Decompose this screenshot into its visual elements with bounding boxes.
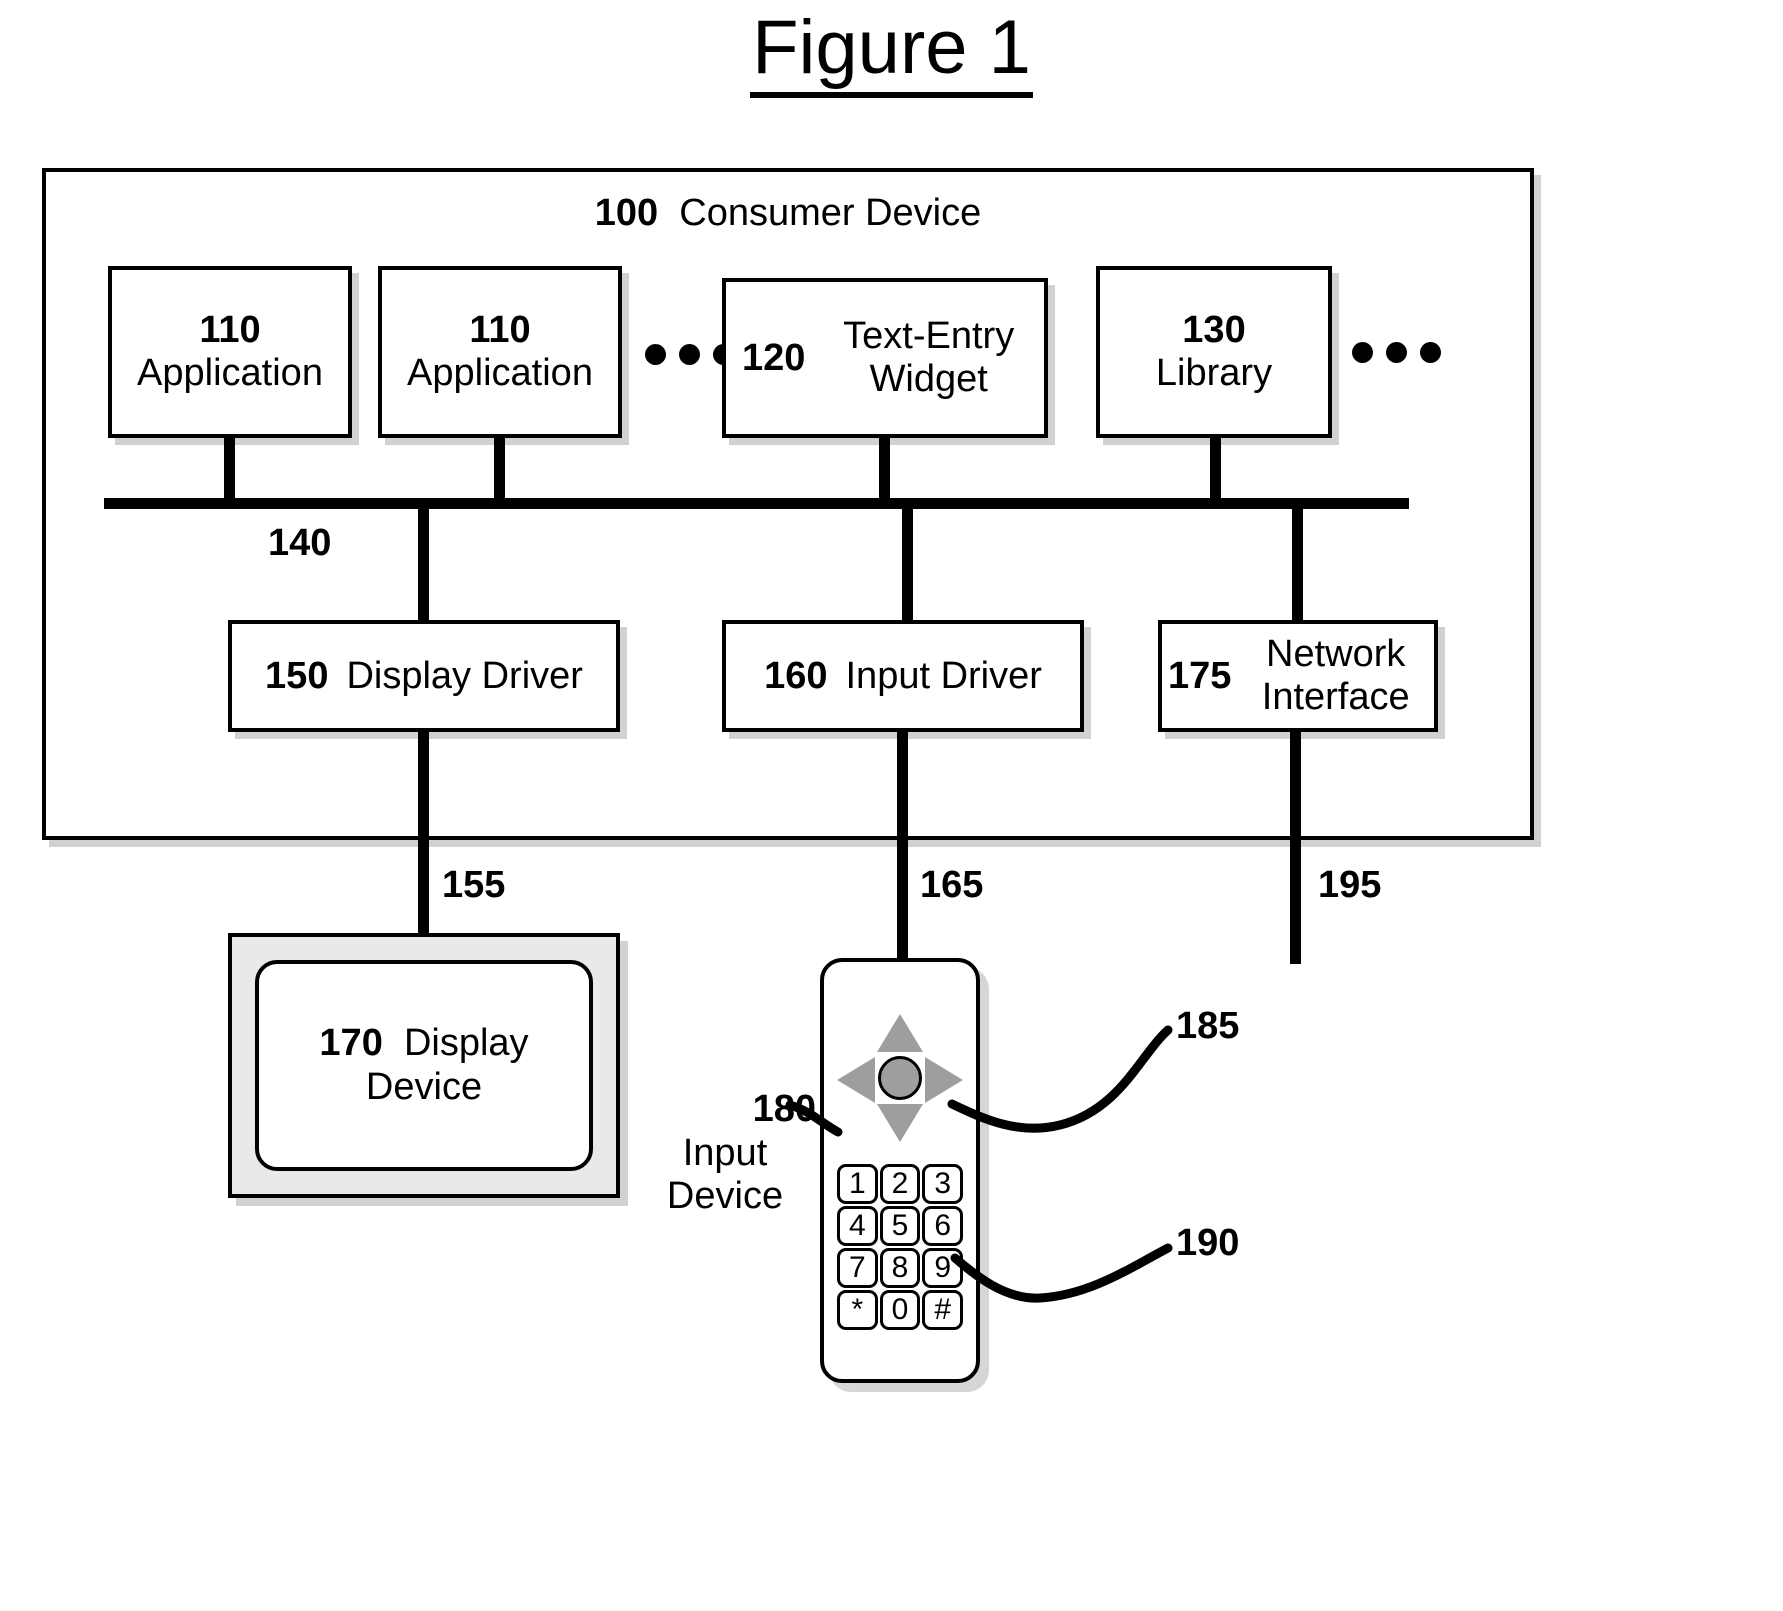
dpad-select-button[interactable] [878, 1056, 922, 1100]
consumer-device-label: Consumer Device [679, 192, 982, 234]
input-device-ref: 180 [752, 1088, 816, 1130]
network-link-ref: 195 [1318, 864, 1382, 906]
ellipsis-library [1352, 342, 1441, 363]
connector-text-entry-widget-to-bus [879, 438, 890, 502]
display-device-label: Display Device [365, 1021, 529, 1108]
input-driver-label: 160 Input Driver [726, 624, 1080, 728]
input-driver-name: Input Driver [845, 654, 1042, 697]
keypad-key[interactable]: 1 [837, 1164, 878, 1204]
system-bus-ref: 140 [268, 522, 332, 564]
keypad-key[interactable]: 3 [922, 1164, 963, 1204]
library-block-name: Library [1155, 352, 1273, 394]
library-block-label: 130 Library [1100, 270, 1328, 434]
application-block-2[interactable]: 110 Application [378, 266, 622, 438]
keypad-key[interactable]: 4 [837, 1206, 878, 1246]
dpad-left-icon[interactable] [837, 1057, 875, 1103]
display-device-ref: 170 [319, 1021, 383, 1064]
network-interface-name: Network Interface [1261, 633, 1410, 718]
application-block-1-name: Application [137, 352, 323, 394]
library-block[interactable]: 130 Library [1096, 266, 1332, 438]
display-driver-ref: 150 [265, 654, 329, 697]
input-link-ref: 165 [920, 864, 984, 906]
input-device-caption: 180 Input Device [630, 1088, 820, 1219]
network-interface-block[interactable]: 175 Network Interface [1158, 620, 1438, 732]
display-device[interactable]: 170 Display Device [255, 960, 593, 1171]
consumer-device-title: 100 Consumer Device [46, 192, 1530, 235]
input-driver-block[interactable]: 160 Input Driver [722, 620, 1084, 732]
keypad-key[interactable]: * [837, 1290, 878, 1330]
display-driver-label: 150 Display Driver [232, 624, 616, 728]
keypad-key[interactable]: # [922, 1290, 963, 1330]
keypad-key[interactable]: 9 [922, 1248, 963, 1288]
dpad-up-icon[interactable] [877, 1014, 923, 1052]
callout-line-keypad [950, 1243, 1173, 1303]
network-interface-ref: 175 [1168, 654, 1232, 697]
ellipsis-applications [645, 344, 734, 365]
input-driver-ref: 160 [764, 654, 828, 697]
application-block-1-ref: 110 [199, 309, 261, 352]
display-driver-name: Display Driver [346, 654, 583, 697]
input-device-label-line1: Input [682, 1131, 768, 1174]
keypad-ref: 190 [1176, 1222, 1240, 1264]
figure-1-diagram: Figure 1 100 Consumer Device 110 Applica… [0, 0, 1783, 1611]
text-entry-widget-name: Text-Entry Widget [843, 315, 1015, 400]
application-block-1-label: 110 Application [112, 270, 348, 434]
dpad-control[interactable] [837, 1014, 963, 1142]
connector-input-driver-to-input-device [897, 732, 908, 964]
dpad-right-icon[interactable] [925, 1057, 963, 1103]
text-entry-widget-block[interactable]: 120 Text-Entry Widget [722, 278, 1048, 438]
input-device-label-line2: Device [666, 1175, 784, 1218]
display-driver-block[interactable]: 150 Display Driver [228, 620, 620, 732]
callout-line-dpad [947, 1025, 1173, 1133]
connector-bus-to-input-driver [902, 498, 913, 622]
keypad-key[interactable]: 7 [837, 1248, 878, 1288]
keypad-key[interactable]: 6 [922, 1206, 963, 1246]
figure-title-text: Figure 1 [750, 5, 1033, 98]
network-interface-label: 175 Network Interface [1162, 624, 1434, 728]
keypad[interactable]: 1 2 3 4 5 6 7 8 9 * 0 # [837, 1164, 963, 1330]
application-block-2-name: Application [407, 352, 593, 394]
connector-application-2-to-bus [494, 438, 505, 502]
connector-application-1-to-bus [224, 438, 235, 502]
connector-bus-to-network-interface [1292, 498, 1303, 622]
connector-library-to-bus [1210, 438, 1221, 502]
display-link-ref: 155 [442, 864, 506, 906]
application-block-1[interactable]: 110 Application [108, 266, 352, 438]
keypad-key[interactable]: 0 [879, 1290, 921, 1330]
text-entry-widget-label: 120 Text-Entry Widget [726, 282, 1044, 434]
ellipsis-dot [679, 344, 700, 365]
ellipsis-dot [1352, 342, 1373, 363]
input-device-label: Input Device [630, 1132, 820, 1219]
text-entry-widget-ref: 120 [742, 336, 806, 379]
page-title: Figure 1 [0, 5, 1783, 98]
application-block-2-label: 110 Application [382, 270, 618, 434]
display-device-frame: 170 Display Device [228, 933, 620, 1198]
application-block-2-ref: 110 [469, 309, 531, 352]
dpad-down-icon[interactable] [877, 1104, 923, 1142]
keypad-key[interactable]: 8 [879, 1248, 921, 1288]
ellipsis-dot [1420, 342, 1441, 363]
dpad-ref: 185 [1176, 1005, 1240, 1047]
input-device[interactable]: 1 2 3 4 5 6 7 8 9 * 0 # [820, 958, 980, 1383]
ellipsis-dot [1386, 342, 1407, 363]
keypad-key[interactable]: 5 [879, 1206, 921, 1246]
connector-network-interface-outward [1290, 732, 1301, 964]
connector-bus-to-display-driver [418, 498, 429, 622]
library-block-ref: 130 [1182, 309, 1246, 352]
connector-display-driver-to-display-device [418, 732, 429, 937]
ellipsis-dot [645, 344, 666, 365]
keypad-key[interactable]: 2 [879, 1164, 921, 1204]
consumer-device-ref: 100 [594, 192, 659, 234]
